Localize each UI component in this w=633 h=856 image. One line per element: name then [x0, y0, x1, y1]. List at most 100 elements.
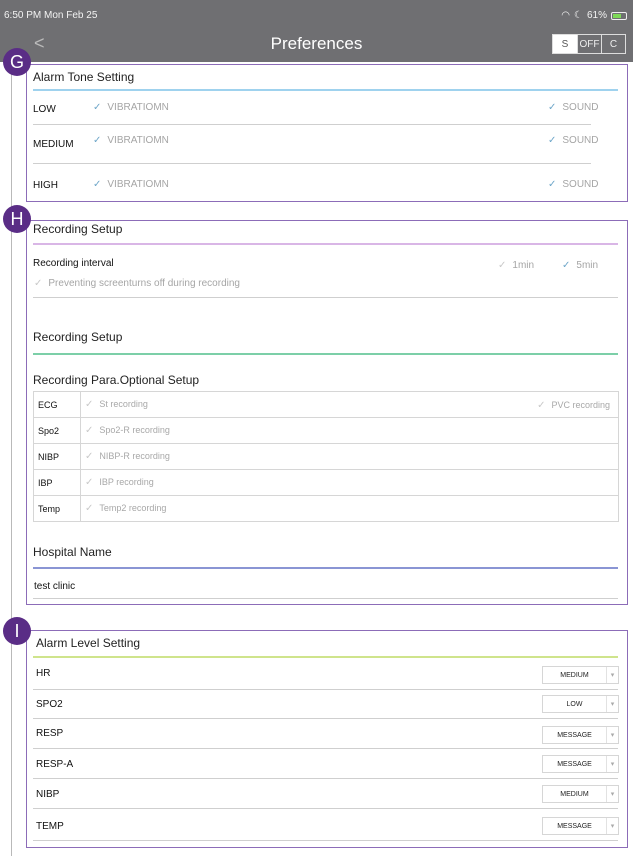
tone-medium-vibration-option[interactable]: ✓ VIBRATIOMN — [93, 135, 169, 146]
pvc-recording-option[interactable]: ✓ PVC recording — [537, 400, 610, 411]
divider — [33, 163, 591, 164]
status-bar: 6:50 PM Mon Feb 25 ◠ ☾ 61% — [0, 0, 633, 22]
check-icon: ✓ — [562, 260, 571, 271]
divider — [33, 297, 618, 298]
recording-setup-title: Recording Setup — [33, 222, 123, 236]
recording-interval-label: Recording interval — [33, 258, 114, 269]
section-badge-h: H — [3, 205, 31, 233]
chevron-down-icon: ▾ — [606, 667, 618, 683]
check-icon: ✓ — [85, 425, 94, 436]
tone-row-label-low: LOW — [33, 104, 56, 115]
hospital-name-field[interactable]: test clinic — [34, 581, 75, 592]
check-icon: ✓ — [93, 102, 102, 113]
tone-medium-sound-option[interactable]: ✓ SOUND — [548, 135, 599, 146]
status-time: 6:50 PM Mon Feb 25 — [4, 10, 98, 21]
chevron-down-icon: ▾ — [606, 696, 618, 712]
check-icon: ✓ — [85, 399, 94, 410]
tone-high-sound-option[interactable]: ✓ SOUND — [548, 179, 599, 190]
table-row: IBP ✓ IBP recording — [33, 469, 619, 496]
tone-row-label-medium: MEDIUM — [33, 139, 74, 150]
param-option[interactable]: ✓ NIBP-R recording — [80, 443, 619, 470]
recording-setup-subtitle-line — [33, 353, 618, 355]
segment-off[interactable]: OFF — [577, 35, 601, 53]
recording-setup-subtitle: Recording Setup — [33, 330, 123, 344]
param-name: Temp — [33, 495, 81, 522]
tone-low-sound-option[interactable]: ✓ SOUND — [548, 102, 599, 113]
alarm-level-label-nibp: NIBP — [36, 789, 60, 800]
divider — [33, 778, 618, 779]
alarm-level-title: Alarm Level Setting — [36, 636, 141, 650]
interval-5min-option[interactable]: ✓ 5min — [562, 260, 598, 271]
moon-icon: ☾ — [574, 10, 583, 21]
alarm-level-hr-select[interactable]: MEDIUM ▾ — [542, 666, 619, 684]
alarm-level-spo2-select[interactable]: LOW ▾ — [542, 695, 619, 713]
alarm-level-label-resp: RESP — [36, 728, 64, 739]
check-icon: ✓ — [85, 503, 94, 514]
alarm-level-nibp-select[interactable]: MEDIUM ▾ — [542, 785, 619, 803]
alarm-level-title-line — [33, 656, 618, 658]
hospital-name-title-line — [33, 567, 618, 569]
chevron-down-icon: ▾ — [606, 727, 618, 743]
alarm-tone-title: Alarm Tone Setting — [33, 70, 135, 84]
alarm-level-label-hr: HR — [36, 668, 51, 679]
alarm-level-resp-a-select[interactable]: MESSAGE ▾ — [542, 755, 619, 773]
table-row: ECG ✓ St recording ✓ PVC recording — [33, 391, 619, 418]
segment-s[interactable]: S — [553, 35, 577, 53]
table-row: Temp ✓ Temp2 recording — [33, 495, 619, 522]
mode-segmented-control: S OFF C — [552, 34, 626, 54]
recording-setup-title-line — [33, 243, 618, 245]
alarm-level-section — [26, 630, 628, 848]
check-icon: ✓ — [498, 260, 507, 271]
param-option[interactable]: ✓ Spo2-R recording — [80, 417, 619, 444]
battery-percent: 61% — [586, 10, 607, 21]
divider — [33, 718, 618, 719]
check-icon: ✓ — [34, 278, 43, 289]
tone-row-label-high: HIGH — [33, 180, 58, 191]
divider — [33, 124, 591, 125]
check-icon: ✓ — [93, 179, 102, 190]
tone-high-vibration-option[interactable]: ✓ VIBRATIOMN — [93, 179, 169, 190]
chevron-down-icon: ▾ — [606, 818, 618, 834]
alarm-level-label-temp: TEMP — [36, 821, 64, 832]
chevron-down-icon: ▾ — [606, 756, 618, 772]
check-icon: ✓ — [85, 451, 94, 462]
divider — [33, 808, 618, 809]
status-icons: ◠ ☾ 61% — [561, 10, 627, 21]
recording-para-title: Recording Para.Optional Setup — [33, 373, 200, 387]
alarm-level-resp-select[interactable]: MESSAGE ▾ — [542, 726, 619, 744]
divider — [33, 598, 618, 599]
page-title: Preferences — [270, 34, 363, 53]
top-bar: 6:50 PM Mon Feb 25 ◠ ☾ 61% < Preferences… — [0, 0, 633, 62]
param-option[interactable]: ✓ St recording ✓ PVC recording — [80, 391, 619, 418]
segment-c[interactable]: C — [601, 35, 625, 53]
interval-1min-option[interactable]: ✓ 1min — [498, 260, 534, 271]
hospital-name-title: Hospital Name — [33, 545, 112, 559]
alarm-level-temp-select[interactable]: MESSAGE ▾ — [542, 817, 619, 835]
table-row: Spo2 ✓ Spo2-R recording — [33, 417, 619, 444]
param-name: Spo2 — [33, 417, 81, 444]
battery-icon — [611, 11, 627, 20]
wifi-icon: ◠ — [561, 10, 571, 21]
param-name: IBP — [33, 469, 81, 496]
tone-low-vibration-option[interactable]: ✓ VIBRATIOMN — [93, 102, 169, 113]
divider — [33, 748, 618, 749]
param-option[interactable]: ✓ Temp2 recording — [80, 495, 619, 522]
table-row: NIBP ✓ NIBP-R recording — [33, 443, 619, 470]
check-icon: ✓ — [548, 179, 557, 190]
check-icon: ✓ — [93, 135, 102, 146]
chevron-down-icon: ▾ — [606, 786, 618, 802]
section-badge-i: I — [3, 617, 31, 645]
param-name: NIBP — [33, 443, 81, 470]
section-badge-g: G — [3, 48, 31, 76]
check-icon: ✓ — [548, 102, 557, 113]
check-icon: ✓ — [548, 135, 557, 146]
alarm-level-label-resp-a: RESP-A — [36, 759, 74, 770]
alarm-level-label-spo2: SPO2 — [36, 699, 63, 710]
recording-params-table: ECG ✓ St recording ✓ PVC recording Spo2 ✓ Sp… — [33, 391, 619, 522]
left-rail — [11, 62, 12, 856]
prevent-screen-off-option[interactable]: ✓ Preventing screenturns off during recor… — [34, 278, 240, 289]
check-icon: ✓ — [85, 477, 94, 488]
divider — [33, 840, 618, 841]
param-name: ECG — [33, 391, 81, 418]
param-option[interactable]: ✓ IBP recording — [80, 469, 619, 496]
